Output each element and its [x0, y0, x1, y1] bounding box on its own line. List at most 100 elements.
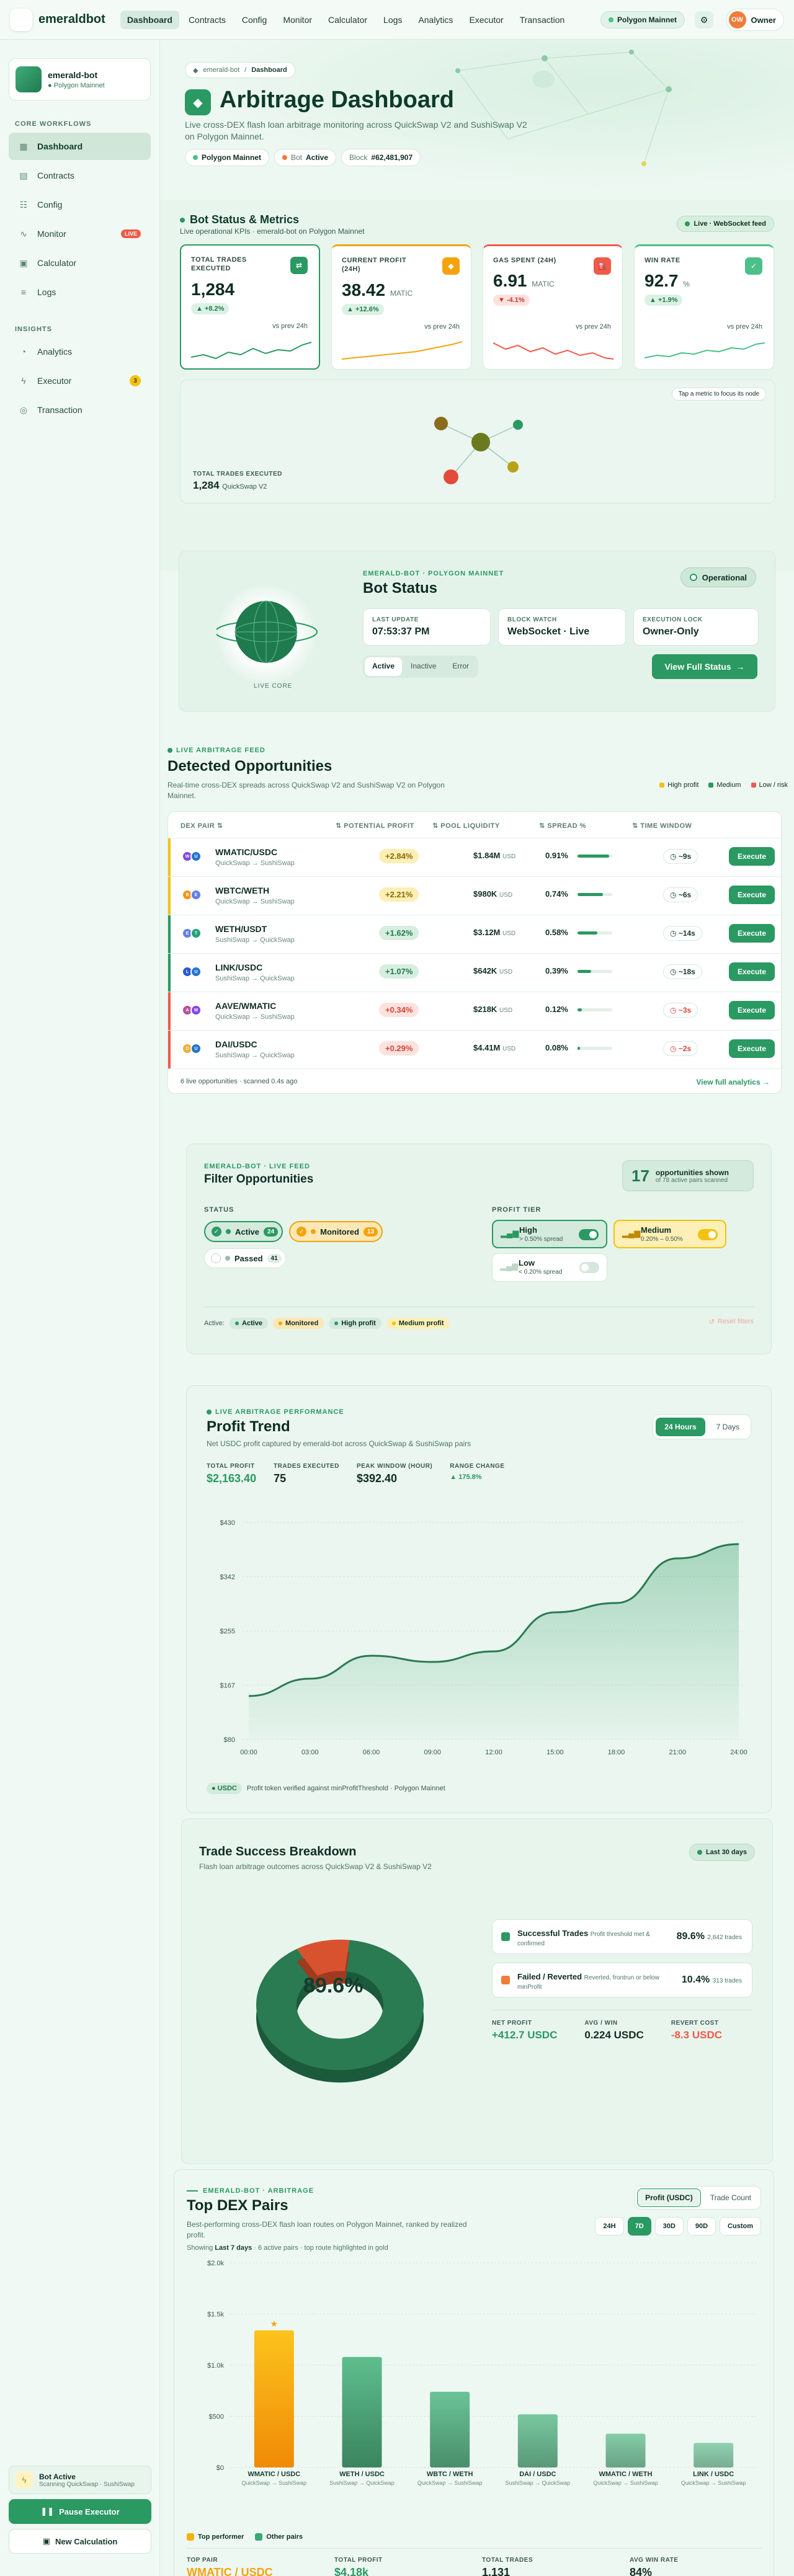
range-30d[interactable]: 30D	[654, 2217, 684, 2236]
pause-executor-button[interactable]: ❚❚ Pause Executor	[9, 2499, 151, 2524]
table-row[interactable]: W U WMATIC/USDC QuickSwap → SushiSwap +2.84%…	[168, 838, 781, 876]
column-header-spread[interactable]: ⇅ SPREAD %	[539, 822, 586, 830]
execute-button[interactable]: Execute	[729, 1039, 775, 1058]
gas-icon: ⛽	[594, 257, 611, 275]
trade-success-donut[interactable]	[238, 1912, 448, 2110]
active-tag[interactable]: Medium profit	[386, 1318, 450, 1329]
category-label: LINK / USDC	[693, 2471, 734, 2478]
execute-button[interactable]: Execute	[729, 847, 775, 866]
toggle-profit[interactable]: Profit (USDC)	[637, 2188, 701, 2207]
table-row[interactable]: L U LINK/USDC SushiSwap → QuickSwap +1.07% $6…	[168, 953, 781, 992]
pair-name: DAI/USDC	[215, 1039, 257, 1049]
gear-icon[interactable]: ⚙	[695, 11, 713, 29]
active-tag[interactable]: Monitored	[273, 1318, 324, 1329]
nav-link-transaction[interactable]: Transaction	[513, 11, 572, 29]
nav-link-executor[interactable]: Executor	[462, 11, 510, 29]
column-header-liquidity[interactable]: ⇅ POOL LIQUIDITY	[432, 822, 500, 830]
nav-link-contracts[interactable]: Contracts	[182, 11, 233, 29]
range-badge[interactable]: Last 30 days	[689, 1844, 755, 1861]
reset-filters-button[interactable]: ↺ Reset filters	[709, 1318, 754, 1326]
tab-inactive[interactable]: Inactive	[403, 657, 444, 676]
tab-error[interactable]: Error	[445, 657, 476, 676]
token-icon: U	[190, 851, 202, 862]
kpi-value: 92.7 %	[645, 271, 690, 291]
range-7d[interactable]: 7D	[627, 2217, 651, 2236]
nav-link-analytics[interactable]: Analytics	[411, 11, 460, 29]
kpi-card-current-profit[interactable]: CURRENT PROFIT (24H) ◆ 38.42 MATIC ▲ +12…	[331, 244, 471, 370]
sidebar-item-executor[interactable]: ϟ Executor 3	[9, 367, 151, 394]
metrics-network-graph[interactable]: Tap a metric to focus its node TOTAL TRA…	[180, 380, 775, 504]
profit-tier-label: PROFIT TIER	[492, 1206, 542, 1214]
token-icon: U	[190, 966, 202, 977]
toggle-medium[interactable]	[698, 1229, 718, 1240]
view-full-status-button[interactable]: View Full Status →	[652, 654, 757, 679]
nav-link-logs[interactable]: Logs	[377, 11, 409, 29]
view-analytics-link[interactable]: View full analytics →	[697, 1078, 770, 1086]
kpi-card-win-rate[interactable]: WIN RATE ✓ 92.7 % ▲ +1.9% vs prev 24h	[634, 244, 774, 370]
brand-name[interactable]: emeraldbot	[38, 12, 105, 27]
brand-logo[interactable]	[10, 8, 32, 31]
nav-link-calculator[interactable]: Calculator	[321, 11, 374, 29]
user-menu[interactable]: OW Owner	[725, 9, 784, 31]
sidebar-item-logs[interactable]: ≡ Logs	[9, 278, 151, 306]
x-tick-label: 03:00	[301, 1749, 319, 1756]
range-custom[interactable]: Custom	[720, 2217, 761, 2236]
nav-link-config[interactable]: Config	[235, 11, 274, 29]
toggle-24-hours[interactable]: 24 Hours	[656, 1418, 705, 1436]
tab-active[interactable]: Active	[365, 657, 403, 676]
kpi-card-total-trades[interactable]: TOTAL TRADES EXECUTED ⇄ 1,284 ▲ +8.2% vs…	[180, 244, 320, 370]
sidebar-item-transaction[interactable]: ◎ Transaction	[9, 396, 151, 424]
toggle-trade-count[interactable]: Trade Count	[703, 2188, 759, 2207]
sidebar-item-dashboard[interactable]: ▦ Dashboard	[9, 133, 151, 160]
nav-link-monitor[interactable]: Monitor	[276, 11, 319, 29]
route-label: QuickSwap → SushiSwap	[593, 2480, 658, 2486]
sidebar-item-contracts[interactable]: ▤ Contracts	[9, 162, 151, 189]
range-90d[interactable]: 90D	[687, 2217, 716, 2236]
bot-card[interactable]: emerald-bot ● Polygon Mainnet	[9, 58, 151, 100]
new-calculation-button[interactable]: ▣ New Calculation	[9, 2529, 151, 2554]
tier-medium[interactable]: ▂▄▆ Medium 0.20% – 0.50%	[613, 1220, 726, 1248]
sidebar-item-config[interactable]: ☷ Config	[9, 191, 151, 218]
tier-high[interactable]: ▂▄▆ High > 0.50% spread	[492, 1220, 607, 1248]
status-label: STATUS	[204, 1206, 234, 1214]
nav-link-dashboard[interactable]: Dashboard	[120, 10, 179, 29]
toggle-7-days[interactable]: 7 Days	[708, 1418, 748, 1436]
execute-button[interactable]: Execute	[729, 924, 775, 943]
success-row-successful[interactable]: Successful Trades Profit threshold met &…	[492, 1919, 752, 1954]
table-row[interactable]: B E WBTC/WETH QuickSwap → SushiSwap +2.21% $9…	[168, 876, 781, 915]
active-tag[interactable]: High profit	[329, 1318, 381, 1329]
execute-button[interactable]: Execute	[729, 962, 775, 981]
table-row[interactable]: D U DAI/USDC SushiSwap → QuickSwap +0.29% $4.…	[168, 1030, 781, 1068]
profit-trend-chart[interactable]: $430 $342 $255 $167 $80 00:00 03:00 06:00 09:00 1…	[199, 1516, 757, 1770]
success-row-failed[interactable]: Failed / Reverted Reverted, frontrun or …	[492, 1963, 752, 1997]
status-chips: ✓ Active 24 ✓ Monitored 13	[204, 1221, 383, 1242]
execute-button[interactable]: Execute	[729, 886, 775, 904]
pair-name: WBTC/WETH	[215, 886, 270, 895]
kpi-card-gas-spent[interactable]: GAS SPENT (24H) ⛽ 6.91 MATIC ▼ -4.1% vs …	[483, 244, 623, 370]
top-pairs-chart[interactable]: $2.0k $1.5k $1.0k $500 $0 ★ WMATIC / USDC Quick…	[181, 2257, 769, 2529]
table-row[interactable]: A W AAVE/WMATIC QuickSwap → SushiSwap +0.34%…	[168, 992, 781, 1030]
network-value: 1,284 QuickSwap V2	[193, 479, 267, 491]
status-chip-active[interactable]: ✓ Active 24	[204, 1221, 283, 1242]
execute-button[interactable]: Execute	[729, 1001, 775, 1019]
range-24h[interactable]: 24H	[595, 2217, 624, 2236]
column-header-time[interactable]: ⇅ TIME WINDOW	[632, 822, 692, 830]
status-chip-passed[interactable]: Passed 41	[204, 1248, 286, 1268]
sidebar-item-monitor[interactable]: ∿ Monitor LIVE	[9, 220, 151, 247]
toggle-low[interactable]	[579, 1262, 599, 1273]
breadcrumb-root[interactable]: emerald-bot	[203, 66, 239, 74]
sidebar-item-calculator[interactable]: ▣ Calculator	[9, 249, 151, 277]
sidebar-item-analytics[interactable]: ◔ Analytics	[9, 338, 151, 365]
profit-trend-eyebrow: LIVE ARBITRAGE PERFORMANCE	[215, 1408, 344, 1416]
status-chip-monitored[interactable]: ✓ Monitored 13	[289, 1221, 383, 1242]
column-header-pair[interactable]: DEX PAIR ⇅	[181, 822, 223, 830]
toggle-high[interactable]	[579, 1229, 599, 1240]
range-buttons: 24H 7D 30D 90D Custom	[595, 2217, 761, 2236]
table-row[interactable]: E T WETH/USDT SushiSwap → QuickSwap +1.62% $3…	[168, 915, 781, 953]
tier-low[interactable]: ▂▄▆ Low < 0.20% spread	[492, 1253, 607, 1282]
profit-chip: +2.21%	[379, 887, 419, 902]
network-pill[interactable]: Polygon Mainnet	[600, 11, 685, 29]
bar-1	[342, 2356, 382, 2467]
column-header-profit[interactable]: ⇅ POTENTIAL PROFIT	[336, 822, 414, 830]
active-tag[interactable]: Active	[230, 1318, 269, 1329]
